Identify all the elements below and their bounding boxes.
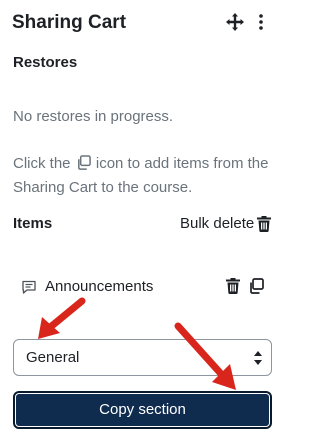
copy-hint: Click the icon to add items from the Sha… xyxy=(13,152,275,200)
restores-heading: Restores xyxy=(13,54,78,71)
bulk-delete-label: Bulk delete xyxy=(180,215,255,232)
copy-icon xyxy=(77,155,91,170)
sharing-cart-block: Sharing Cart Restores No restores in pro… xyxy=(0,0,286,432)
item-label: Announcements xyxy=(45,278,154,295)
select-updown-icon xyxy=(254,351,262,365)
bulk-delete-button[interactable]: Bulk delete xyxy=(180,215,272,232)
trash-icon xyxy=(257,215,272,232)
section-select-value: General xyxy=(26,349,80,366)
annotation-arrow-right xyxy=(174,322,236,390)
hint-text-before: Click the xyxy=(13,155,71,172)
list-item: Announcements xyxy=(20,277,268,297)
annotation-arrow-left xyxy=(38,297,86,339)
restores-status: No restores in progress. xyxy=(13,108,174,125)
kebab-menu-icon[interactable] xyxy=(255,13,267,31)
items-heading: Items xyxy=(13,215,53,232)
copy-section-button[interactable]: Copy section xyxy=(13,391,272,429)
delete-item-icon[interactable] xyxy=(226,278,240,294)
move-icon[interactable] xyxy=(226,13,244,31)
block-title: Sharing Cart xyxy=(12,12,127,33)
copy-item-icon[interactable] xyxy=(248,278,264,294)
comment-icon xyxy=(22,280,36,294)
